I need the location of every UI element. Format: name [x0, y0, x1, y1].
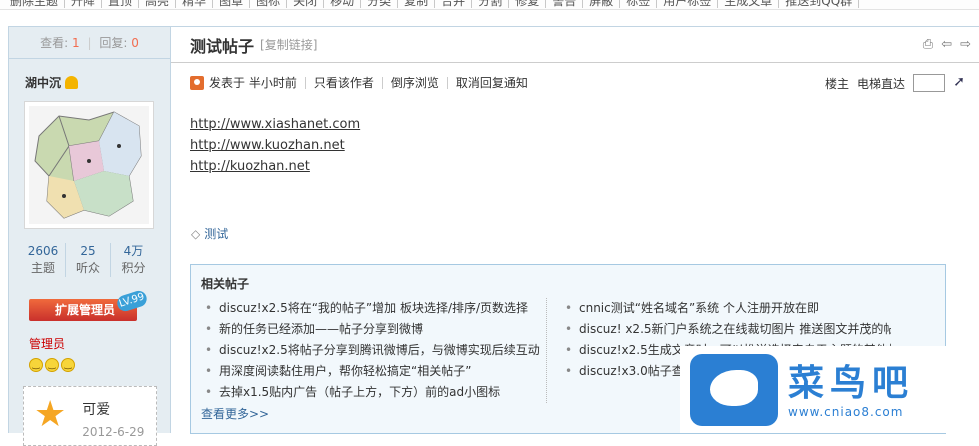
admin-action-item[interactable]: 图标: [250, 0, 288, 8]
watermark: 菜鸟吧 www.cniao8.com: [680, 346, 979, 433]
only-author-link[interactable]: 只看该作者: [304, 77, 382, 89]
admin-action-item[interactable]: 分类: [361, 0, 399, 8]
see-more-link[interactable]: 查看更多>>: [201, 405, 269, 422]
admin-action-item[interactable]: 推送到QQ群: [779, 0, 860, 8]
medal-date: 2012-6-29: [82, 425, 145, 439]
elevator-label: 电梯直达: [856, 76, 905, 91]
floor-nav: 楼主 电梯直达 ➚: [824, 74, 965, 92]
author-sidebar: 查看: 1 | 回复: 0 湖中沉 2606 主题 25 听众 4万 积分 扩展…: [8, 26, 171, 446]
author-counts: 2606 主题 25 听众 4万 积分: [9, 243, 170, 277]
post-meta-row: 发表于 半小时前 只看该作者 倒序浏览 取消回复通知 楼主 电梯直达 ➚: [171, 63, 979, 103]
related-post-link[interactable]: 去掉x1.5贴内广告（帖子上方，下方）前的ad小图标: [201, 382, 546, 403]
admin-action-item[interactable]: 合并: [435, 0, 473, 8]
tag-link[interactable]: 测试: [204, 225, 228, 242]
admin-action-item[interactable]: 升降: [65, 0, 103, 8]
admin-toolbar: 删除主题 升降 置顶 高亮 精华 图章 图标 关闭 移动 分类 复制 合并 分割 修复 警告 屏蔽 标签 用户标签…: [0, 0, 979, 10]
watermark-url: www.cniao8.com: [788, 404, 904, 419]
post-title-row: 测试帖子 [复制链接] ⎙ ⇦ ⇨: [171, 27, 979, 63]
medal-title: 可爱: [82, 402, 111, 418]
post-link[interactable]: http://www.xiashanet.com: [190, 114, 979, 135]
medal-card: ★ 可爱 2012-6-29: [23, 386, 157, 446]
bird-logo-icon: [690, 353, 778, 426]
smiley-icon: ‿: [29, 358, 43, 372]
views-count: 1: [72, 36, 80, 50]
admin-action-item[interactable]: 置顶: [102, 0, 140, 8]
post-time: 发表于 半小时前: [209, 76, 297, 90]
admin-action-item[interactable]: 移动: [324, 0, 362, 8]
points-count[interactable]: 4万 积分: [111, 243, 156, 277]
post-tools: ⎙ ⇦ ⇨: [923, 37, 971, 52]
admin-action-item[interactable]: 关闭: [287, 0, 325, 8]
post-body: http://www.xiashanet.com http://www.kuoz…: [171, 103, 979, 177]
watermark-title: 菜鸟吧: [788, 361, 915, 404]
related-post-link[interactable]: discuz!x2.5将帖子分享到腾讯微博后，与微博实现后续互动: [201, 340, 546, 361]
tag-icon: ◇: [191, 226, 201, 241]
view-reply-stats: 查看: 1 | 回复: 0: [9, 27, 170, 59]
author-name[interactable]: 湖中沉: [25, 74, 61, 91]
related-post-link[interactable]: 用深度阅读黏住用户，帮你轻松搞定“相关帖子”: [201, 361, 546, 382]
floor-owner-label: 楼主: [824, 76, 849, 91]
admin-action-item[interactable]: 标签: [620, 0, 658, 8]
related-post-link[interactable]: discuz!x2.5将在“我的帖子”增加 板块选择/排序/页数选择: [201, 298, 546, 319]
replies-count: 0: [131, 36, 139, 50]
followers-count[interactable]: 25 听众: [66, 243, 111, 277]
related-post-link[interactable]: 新的任务已经添加——帖子分享到微博: [201, 319, 546, 340]
copy-link-button[interactable]: [复制链接]: [260, 36, 317, 53]
online-user-icon: [65, 75, 79, 89]
reverse-order-link[interactable]: 倒序浏览: [381, 77, 447, 89]
post-link[interactable]: http://www.kuozhan.net: [190, 135, 979, 156]
admin-action-item[interactable]: 高亮: [139, 0, 177, 8]
related-post-link[interactable]: discuz! x2.5新门户系统之在线裁切图片 推送图文并茂的帖: [561, 319, 891, 340]
avatar[interactable]: [24, 101, 154, 229]
print-icon[interactable]: ⎙: [923, 37, 933, 52]
next-thread-icon[interactable]: ⇨: [960, 37, 971, 52]
related-post-link[interactable]: cnnic测试“姓名域名”系统 个人注册开放在即: [561, 298, 891, 319]
rank-icons: ‿ ‿ ‿: [29, 358, 170, 372]
post-link[interactable]: http://kuozhan.net: [190, 156, 979, 177]
post-tags: ◇ 测试: [191, 225, 228, 242]
author-name-row: 湖中沉: [9, 59, 170, 93]
smiley-icon: ‿: [61, 358, 75, 372]
prev-thread-icon[interactable]: ⇦: [941, 37, 952, 52]
related-posts-title: 相关帖子: [201, 277, 250, 291]
user-group[interactable]: 管理员: [29, 335, 170, 352]
post-title: 测试帖子: [190, 36, 255, 56]
related-list-left: discuz!x2.5将在“我的帖子”增加 板块选择/排序/页数选择 新的任务已…: [201, 298, 546, 403]
admin-action-item[interactable]: 警告: [546, 0, 584, 8]
cancel-notify-link[interactable]: 取消回复通知: [446, 77, 536, 89]
admin-action-item[interactable]: 分割: [472, 0, 510, 8]
smiley-icon: ‿: [45, 358, 59, 372]
group-badge: 扩展管理员 LV.99: [29, 288, 149, 321]
topics-count[interactable]: 2606 主题: [21, 243, 66, 277]
admin-action-item[interactable]: 生成文章: [718, 0, 780, 8]
admin-action-item[interactable]: 屏蔽: [583, 0, 621, 8]
admin-action-item[interactable]: 修复: [509, 0, 547, 8]
admin-toolbar-list: 删除主题 升降 置顶 高亮 精华 图章 图标 关闭 移动 分类 复制 合并 分割 修复 警告 屏蔽 标签 用户标签…: [4, 0, 860, 8]
admin-action-item[interactable]: 用户标签: [657, 0, 719, 8]
admin-action-item[interactable]: 图章: [213, 0, 251, 8]
go-arrow-icon[interactable]: ➚: [953, 74, 965, 90]
floor-number-input[interactable]: [913, 74, 945, 92]
author-profile-icon: [190, 76, 204, 90]
admin-action-item[interactable]: 复制: [398, 0, 436, 8]
map-avatar-image: [29, 106, 149, 224]
admin-action-item[interactable]: 精华: [176, 0, 214, 8]
star-medal-icon: ★: [34, 394, 67, 435]
admin-action-item[interactable]: 删除主题: [4, 0, 66, 8]
